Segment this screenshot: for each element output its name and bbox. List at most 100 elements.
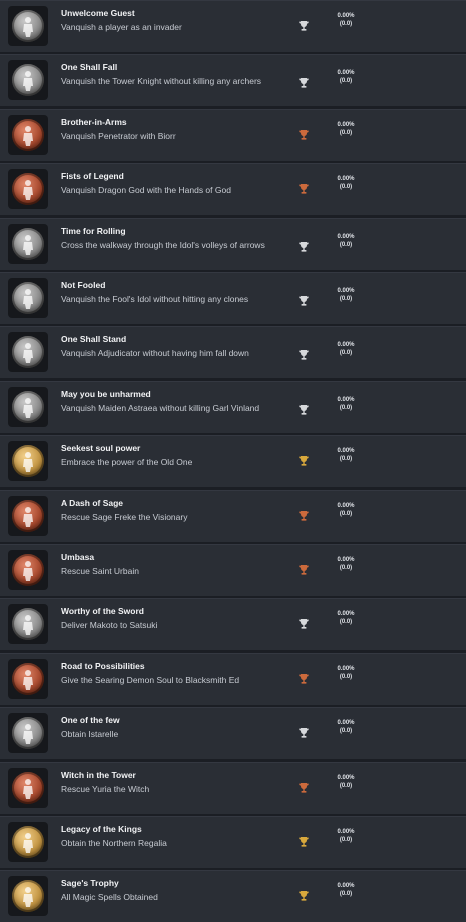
medal-icon: [12, 500, 44, 532]
fist-figure-icon: [23, 180, 33, 200]
achievement-row[interactable]: Unwelcome Guest Vanquish a player as an i…: [0, 0, 466, 52]
achievement-row[interactable]: Time for Rolling Cross the walkway throug…: [0, 218, 466, 270]
achievement-description: Cross the walkway through the Idol's vol…: [61, 240, 265, 250]
achievement-title: Seekest soul power: [61, 443, 141, 453]
medal-icon: [12, 336, 44, 368]
achievement-description: Vanquish Adjudicator without having him …: [61, 348, 249, 358]
achievement-badge: [8, 115, 48, 155]
medal-icon: [12, 608, 44, 640]
achievement-row[interactable]: Sage's Trophy All Magic Spells Obtained 0.…: [0, 870, 466, 922]
unlock-percentage: 0.00% (0.0): [326, 502, 366, 518]
achievement-row[interactable]: One Shall Fall Vanquish the Tower Knight …: [0, 54, 466, 106]
achievement-title: May you be unharmed: [61, 389, 151, 399]
unlock-percentage: 0.00% (0.0): [326, 610, 366, 626]
achievement-title: Worthy of the Sword: [61, 606, 144, 616]
unlock-count-value: (0.0): [339, 242, 353, 248]
achievement-title: One of the few: [61, 715, 120, 725]
unlock-percent-value: 0.00%: [337, 70, 355, 76]
medal-icon: [12, 282, 44, 314]
achievement-row[interactable]: Umbasa Rescue Saint Urbain 0.00% (0.0): [0, 544, 466, 596]
medal-icon: [12, 880, 44, 912]
achievement-description: All Magic Spells Obtained: [61, 892, 158, 902]
achievement-badge: [8, 496, 48, 536]
unlock-count-value: (0.0): [339, 184, 353, 190]
bronze-trophy-icon: [298, 182, 310, 194]
achievement-description: Vanquish the Tower Knight without killin…: [61, 76, 262, 86]
soul-figure-icon: [23, 452, 33, 472]
achievement-description: Rescue Saint Urbain: [61, 566, 139, 576]
achievement-badge: [8, 169, 48, 209]
achievement-badge: [8, 278, 48, 318]
unlock-percent-value: 0.00%: [337, 720, 355, 726]
gold-trophy-icon: [298, 835, 310, 847]
spellbook-figure-icon: [23, 887, 33, 907]
silver-trophy-icon: [298, 726, 310, 738]
unlock-count-value: (0.0): [339, 405, 353, 411]
achievement-title: A Dash of Sage: [61, 498, 124, 508]
medal-icon: [12, 391, 44, 423]
unlock-percentage: 0.00% (0.0): [326, 719, 366, 735]
silver-trophy-icon: [298, 294, 310, 306]
unlock-count-value: (0.0): [339, 130, 353, 136]
achievement-title: Witch in the Tower: [61, 770, 136, 780]
achievement-row[interactable]: One Shall Stand Vanquish Adjudicator with…: [0, 326, 466, 378]
achievement-row[interactable]: Seekest soul power Embrace the power of t…: [0, 435, 466, 487]
medal-icon: [12, 717, 44, 749]
unlock-count-value: (0.0): [339, 350, 353, 356]
achievement-description: Obtain the Northern Regalia: [61, 838, 167, 848]
unlock-percent-value: 0.00%: [337, 611, 355, 617]
spear-figure-icon: [23, 724, 33, 744]
achievement-title: Umbasa: [61, 552, 95, 562]
sword-figure-icon: [23, 615, 33, 635]
achievement-badge: [8, 659, 48, 699]
unlock-percent-value: 0.00%: [337, 883, 355, 889]
achievement-row[interactable]: Legacy of the Kings Obtain the Northern R…: [0, 816, 466, 868]
unlock-percent-value: 0.00%: [337, 342, 355, 348]
achievement-description: Vanquish Maiden Astraea without killing …: [61, 403, 260, 413]
achievement-badge: [8, 768, 48, 808]
medal-icon: [12, 554, 44, 586]
achievement-row[interactable]: Road to Possibilities Give the Searing De…: [0, 653, 466, 705]
silver-trophy-icon: [298, 240, 310, 252]
achievement-row[interactable]: Not Fooled Vanquish the Fool's Idol witho…: [0, 272, 466, 324]
achievement-badge: [8, 332, 48, 372]
bronze-trophy-icon: [298, 509, 310, 521]
maiden-figure-icon: [23, 398, 33, 418]
silver-trophy-icon: [298, 348, 310, 360]
medal-icon: [12, 119, 44, 151]
bronze-trophy-icon: [298, 781, 310, 793]
achievement-row[interactable]: Fists of Legend Vanquish Dragon God with …: [0, 163, 466, 215]
achievement-description: Vanquish Penetrator with Biorr: [61, 131, 176, 141]
bronze-trophy-icon: [298, 672, 310, 684]
unlock-percent-value: 0.00%: [337, 234, 355, 240]
achievement-title: Sage's Trophy: [61, 878, 119, 888]
unlock-percentage: 0.00% (0.0): [326, 69, 366, 85]
unlock-percent-value: 0.00%: [337, 13, 355, 19]
achievement-description: Rescue Sage Freke the Visionary: [61, 512, 188, 522]
achievement-row[interactable]: Witch in the Tower Rescue Yuria the Witch…: [0, 762, 466, 814]
unlock-count-value: (0.0): [339, 619, 353, 625]
achievement-row[interactable]: A Dash of Sage Rescue Sage Freke the Visi…: [0, 490, 466, 542]
unlock-count-value: (0.0): [339, 891, 353, 897]
achievement-row[interactable]: One of the few Obtain Istarelle 0.00% (0.0): [0, 707, 466, 759]
achievement-title: One Shall Stand: [61, 334, 127, 344]
unlock-percentage: 0.00% (0.0): [326, 774, 366, 790]
achievement-row[interactable]: Brother-in-Arms Vanquish Penetrator with …: [0, 109, 466, 161]
achievement-badge: [8, 387, 48, 427]
silver-trophy-icon: [298, 76, 310, 88]
medal-icon: [12, 663, 44, 695]
achievement-badge: [8, 604, 48, 644]
achievement-title: Not Fooled: [61, 280, 106, 290]
unlock-count-value: (0.0): [339, 511, 353, 517]
achievement-row[interactable]: Worthy of the Sword Deliver Makoto to Sat…: [0, 598, 466, 650]
achievement-row[interactable]: May you be unharmed Vanquish Maiden Astra…: [0, 381, 466, 433]
unlock-percentage: 0.00% (0.0): [326, 882, 366, 898]
unlock-count-value: (0.0): [339, 456, 353, 462]
gold-trophy-icon: [298, 889, 310, 901]
medal-icon: [12, 173, 44, 205]
unlock-percentage: 0.00% (0.0): [326, 665, 366, 681]
unlock-percentage: 0.00% (0.0): [326, 12, 366, 28]
achievement-badge: [8, 713, 48, 753]
unlock-percentage: 0.00% (0.0): [326, 556, 366, 572]
gold-trophy-icon: [298, 454, 310, 466]
